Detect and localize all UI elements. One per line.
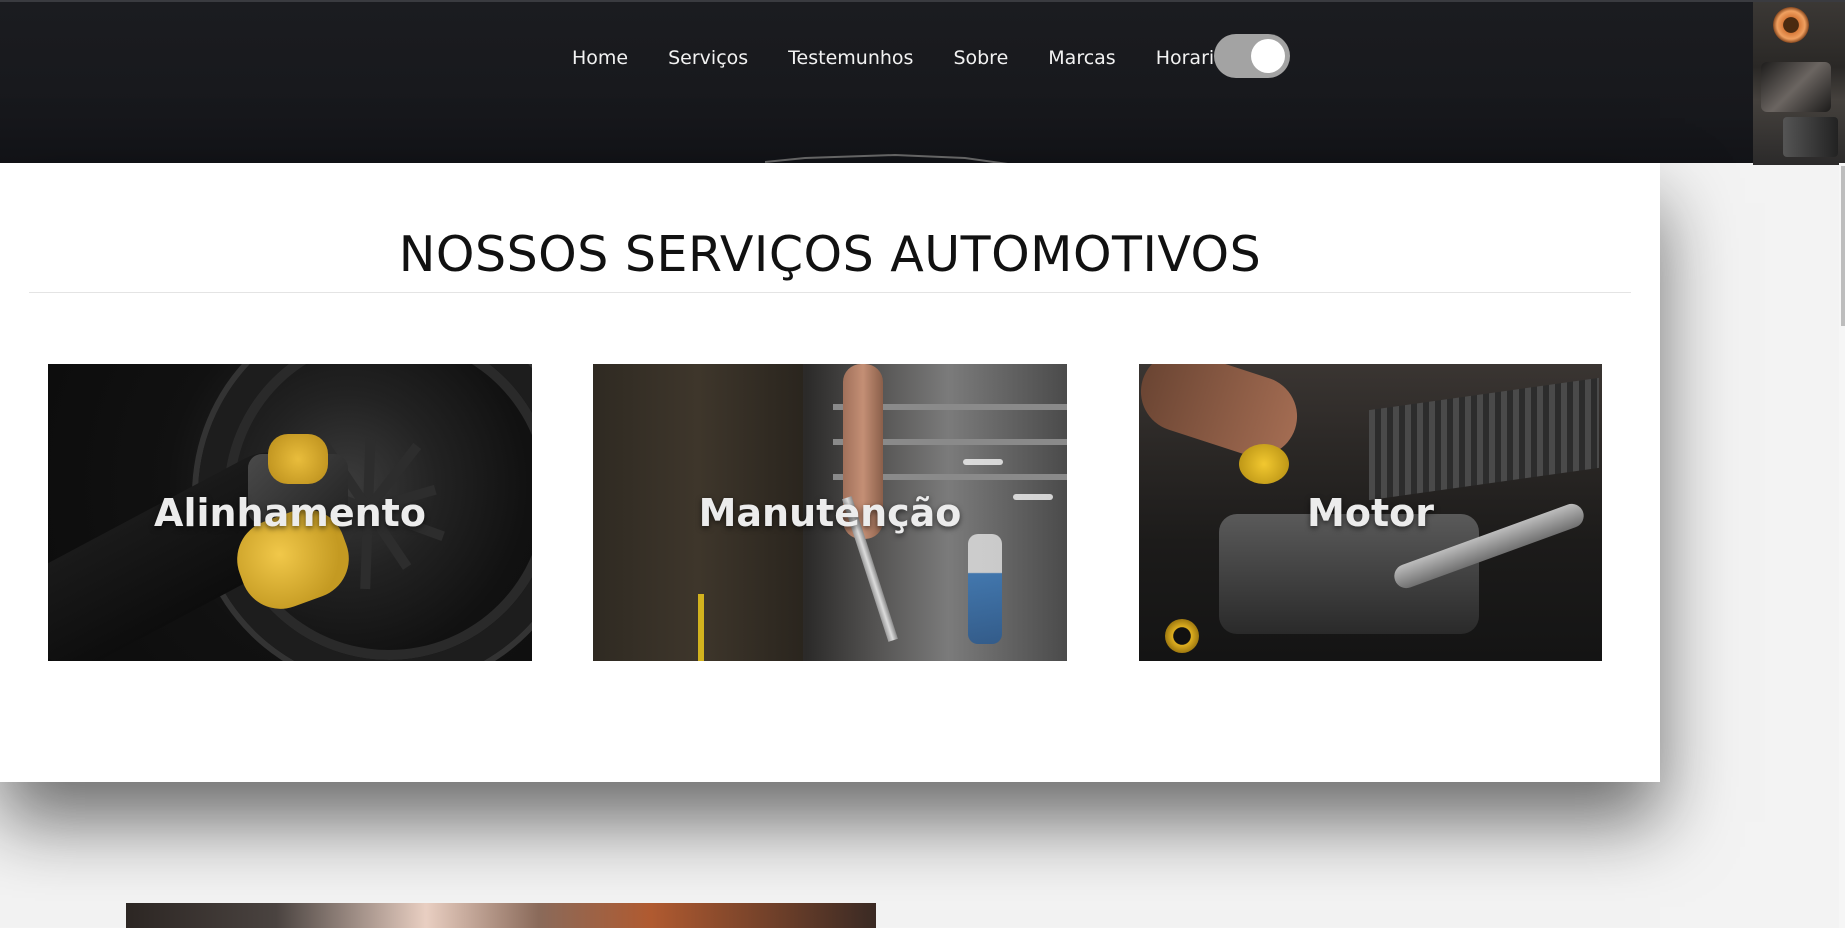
workshop-light-image	[963, 459, 1003, 465]
main-nav: Home Serviços Testemunhos Sobre Marcas H…	[572, 47, 1226, 69]
next-section-image	[126, 903, 876, 928]
services-section: NOSSOS SERVIÇOS AUTOMOTIVOS Alinhamento …	[0, 163, 1660, 782]
nav-link-servicos[interactable]: Serviços	[668, 47, 748, 69]
nav-link-testemunhos[interactable]: Testemunhos	[788, 47, 913, 69]
page-scrollbar[interactable]	[1839, 163, 1845, 928]
service-card-manutencao[interactable]: Manutenção	[593, 364, 1067, 661]
service-card-label: Manutenção	[698, 490, 962, 535]
site-header: Home Serviços Testemunhos Sobre Marcas H…	[0, 0, 1845, 165]
engine-part-image	[1773, 7, 1809, 43]
service-card-label: Alinhamento	[154, 490, 426, 535]
theme-toggle-knob	[1251, 39, 1285, 73]
glove-image	[268, 434, 328, 484]
service-card-motor[interactable]: Motor	[1139, 364, 1602, 661]
engine-part-image	[1783, 117, 1838, 157]
nav-link-sobre[interactable]: Sobre	[953, 47, 1008, 69]
engine-radiator-image	[1369, 377, 1599, 501]
hero-image-peek	[1753, 2, 1845, 165]
background-worker-image	[968, 534, 1002, 644]
overalls-stripe-image	[698, 594, 704, 661]
coolant-cap-image	[1165, 619, 1199, 653]
scrollbar-thumb[interactable]	[1841, 166, 1845, 326]
engine-part-image	[1761, 62, 1831, 112]
oil-cap-image	[1239, 444, 1289, 484]
theme-toggle[interactable]	[1214, 34, 1290, 78]
services-title: NOSSOS SERVIÇOS AUTOMOTIVOS	[398, 226, 1262, 283]
title-divider	[29, 292, 1631, 293]
service-card-alinhamento[interactable]: Alinhamento	[48, 364, 532, 661]
service-card-label: Motor	[1307, 490, 1434, 535]
nav-link-marcas[interactable]: Marcas	[1048, 47, 1115, 69]
nav-link-home[interactable]: Home	[572, 47, 628, 69]
